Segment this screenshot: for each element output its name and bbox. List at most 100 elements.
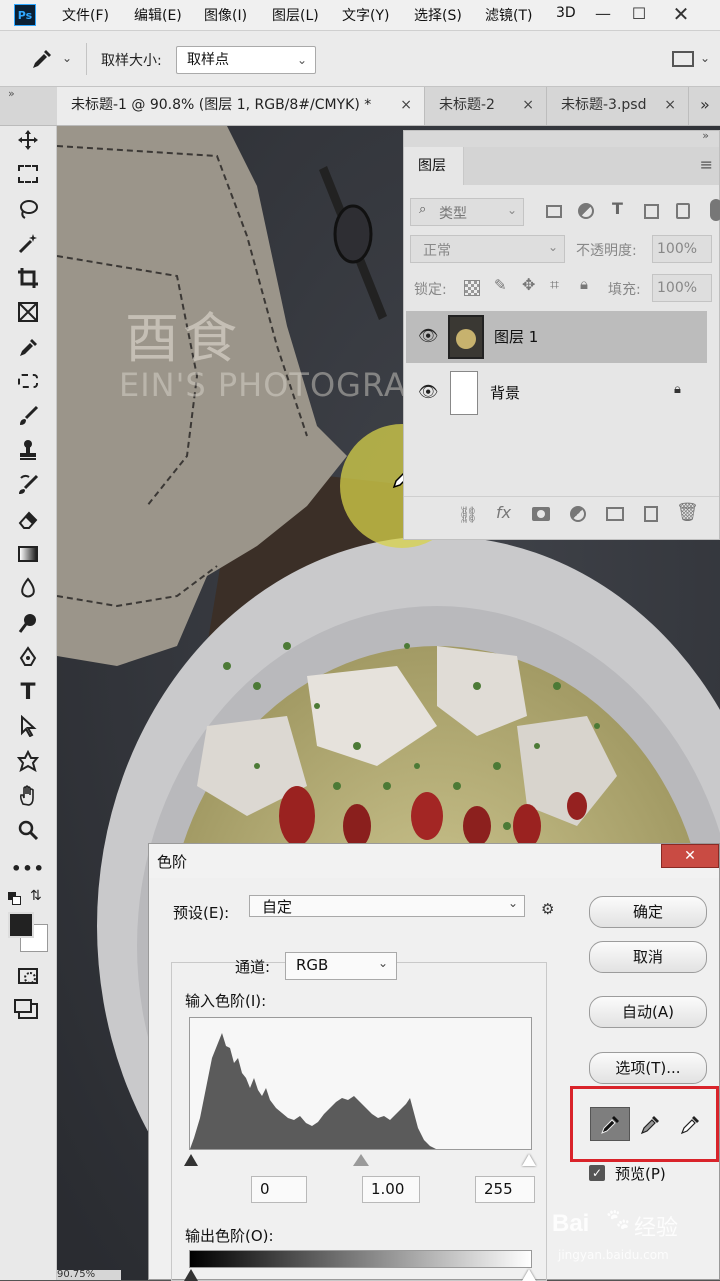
- eye-icon[interactable]: 👁︎: [418, 382, 438, 401]
- panel-menu-icon[interactable]: ≡: [700, 155, 713, 174]
- crop-tool-icon[interactable]: [14, 264, 42, 292]
- eyedropper-tool-icon[interactable]: [14, 333, 42, 361]
- type-tool-icon[interactable]: T: [14, 678, 42, 706]
- gamma-slider[interactable]: [353, 1154, 369, 1166]
- opacity-input[interactable]: 100%: [652, 235, 712, 263]
- custom-shape-icon[interactable]: [14, 747, 42, 775]
- filter-smart-object-icon[interactable]: [676, 203, 690, 219]
- filter-shape-icon[interactable]: [644, 204, 659, 219]
- preset-select[interactable]: 自定 ⌄: [249, 895, 525, 917]
- link-layers-icon[interactable]: ⛓︎: [458, 505, 478, 524]
- collapse-icon[interactable]: »: [702, 129, 709, 142]
- fill-input[interactable]: 100%: [652, 274, 712, 302]
- filter-type-icon[interactable]: T: [612, 199, 623, 218]
- maximize-icon[interactable]: ☐: [622, 0, 656, 28]
- input-white-field[interactable]: 255: [475, 1176, 535, 1203]
- chevron-down-icon[interactable]: ⌄: [62, 51, 72, 65]
- hand-tool-icon[interactable]: [14, 781, 42, 809]
- close-tab-icon[interactable]: ×: [664, 87, 676, 123]
- fx-icon[interactable]: fx: [496, 503, 511, 522]
- menu-3d[interactable]: 3D: [556, 5, 576, 21]
- layer-row[interactable]: 👁︎ 背景 🔒︎: [406, 367, 707, 419]
- more-tools-icon[interactable]: •••: [11, 854, 44, 882]
- menu-filter[interactable]: 滤镜(T): [485, 5, 532, 25]
- auto-button[interactable]: 自动(A): [589, 996, 707, 1028]
- lock-position-icon[interactable]: ✥: [522, 275, 535, 294]
- output-black-slider[interactable]: [184, 1269, 198, 1281]
- menu-edit[interactable]: 编辑(E): [134, 5, 182, 25]
- menu-image[interactable]: 图像(I): [204, 5, 247, 25]
- black-eyedropper-icon[interactable]: [590, 1107, 630, 1141]
- menu-select[interactable]: 选择(S): [414, 5, 462, 25]
- blend-mode-select[interactable]: 正常 ⌄: [410, 235, 565, 263]
- ok-button[interactable]: 确定: [589, 896, 707, 928]
- healing-brush-icon[interactable]: [14, 367, 42, 395]
- eye-icon[interactable]: 👁︎: [418, 326, 438, 345]
- zoom-tool-icon[interactable]: [14, 816, 42, 844]
- dodge-tool-icon[interactable]: [14, 609, 42, 637]
- lock-transparent-icon[interactable]: [464, 280, 480, 296]
- lasso-tool-icon[interactable]: [14, 195, 42, 223]
- swap-colors-icon[interactable]: ⇅: [30, 888, 42, 904]
- move-tool-icon[interactable]: [14, 126, 42, 154]
- menu-file[interactable]: 文件(F): [62, 5, 109, 25]
- new-group-icon[interactable]: [606, 507, 624, 521]
- add-mask-icon[interactable]: [532, 507, 550, 521]
- lock-all-icon[interactable]: 🔒︎: [580, 275, 588, 293]
- pen-tool-icon[interactable]: [14, 643, 42, 671]
- history-brush-icon[interactable]: [14, 471, 42, 499]
- default-colors-icon[interactable]: [8, 892, 21, 905]
- quick-mask-icon[interactable]: [14, 962, 42, 990]
- minimize-icon[interactable]: —: [586, 0, 620, 28]
- marquee-tool-icon[interactable]: [14, 160, 42, 188]
- preview-checkbox[interactable]: ✓: [589, 1165, 605, 1181]
- filter-pixel-icon[interactable]: [546, 205, 562, 218]
- white-point-slider[interactable]: [522, 1154, 536, 1166]
- gray-eyedropper-icon[interactable]: [637, 1109, 663, 1139]
- lock-artboard-icon[interactable]: ⌗: [550, 275, 559, 295]
- new-adjustment-icon[interactable]: [570, 506, 586, 522]
- sample-size-select[interactable]: 取样点 ⌄: [176, 46, 316, 74]
- magic-wand-icon[interactable]: [14, 229, 42, 257]
- cancel-button[interactable]: 取消: [589, 941, 707, 973]
- close-dialog-icon[interactable]: ✕: [661, 844, 719, 868]
- close-window-icon[interactable]: ✕: [664, 0, 698, 28]
- brush-tool-icon[interactable]: [14, 402, 42, 430]
- blur-tool-icon[interactable]: [14, 574, 42, 602]
- new-layer-icon[interactable]: [644, 506, 658, 522]
- chevron-down-icon[interactable]: ⌄: [700, 51, 710, 65]
- filter-adjustment-icon[interactable]: [578, 203, 594, 219]
- menu-type[interactable]: 文字(Y): [342, 5, 389, 25]
- options-button[interactable]: 选项(T)...: [589, 1052, 707, 1084]
- filter-kind-select[interactable]: ⌕ 类型 ⌄: [410, 198, 524, 226]
- tab-document-3[interactable]: 未标题-3.psd ×: [547, 87, 689, 125]
- foreground-color-swatch[interactable]: [8, 912, 34, 938]
- eraser-tool-icon[interactable]: [14, 505, 42, 533]
- preset-options-icon[interactable]: ⚙︎: [541, 900, 554, 918]
- white-eyedropper-icon[interactable]: [677, 1109, 703, 1139]
- tab-document-1[interactable]: 未标题-1 @ 90.8% (图层 1, RGB/8#/CMYK) * ×: [57, 87, 425, 125]
- path-selection-icon[interactable]: [14, 712, 42, 740]
- stamp-tool-icon[interactable]: [14, 436, 42, 464]
- channel-select[interactable]: RGB ⌄: [285, 952, 397, 980]
- tabs-overflow-icon[interactable]: »: [700, 95, 710, 114]
- layer-row[interactable]: 👁︎ 图层 1: [406, 311, 707, 363]
- screen-mode-icon[interactable]: [14, 997, 42, 1025]
- black-point-slider[interactable]: [184, 1154, 198, 1166]
- close-tab-icon[interactable]: ×: [522, 87, 534, 123]
- workspace-icon[interactable]: [672, 51, 694, 67]
- close-tab-icon[interactable]: ×: [400, 87, 412, 123]
- delete-layer-icon[interactable]: 🗑︎: [676, 502, 699, 523]
- frame-tool-icon[interactable]: [14, 298, 42, 326]
- input-gamma-field[interactable]: 1.00: [362, 1176, 420, 1203]
- eyedropper-preset-icon[interactable]: [30, 47, 54, 71]
- collapse-icon[interactable]: »: [8, 87, 15, 100]
- output-white-slider[interactable]: [522, 1269, 536, 1281]
- input-black-field[interactable]: 0: [251, 1176, 307, 1203]
- gradient-tool-icon[interactable]: [14, 540, 42, 568]
- menu-layer[interactable]: 图层(L): [272, 5, 319, 25]
- tab-document-2[interactable]: 未标题-2 ×: [425, 87, 547, 125]
- tab-layers[interactable]: 图层: [404, 147, 464, 185]
- lock-pixels-icon[interactable]: ✎: [494, 276, 507, 294]
- filter-toggle[interactable]: [710, 199, 720, 221]
